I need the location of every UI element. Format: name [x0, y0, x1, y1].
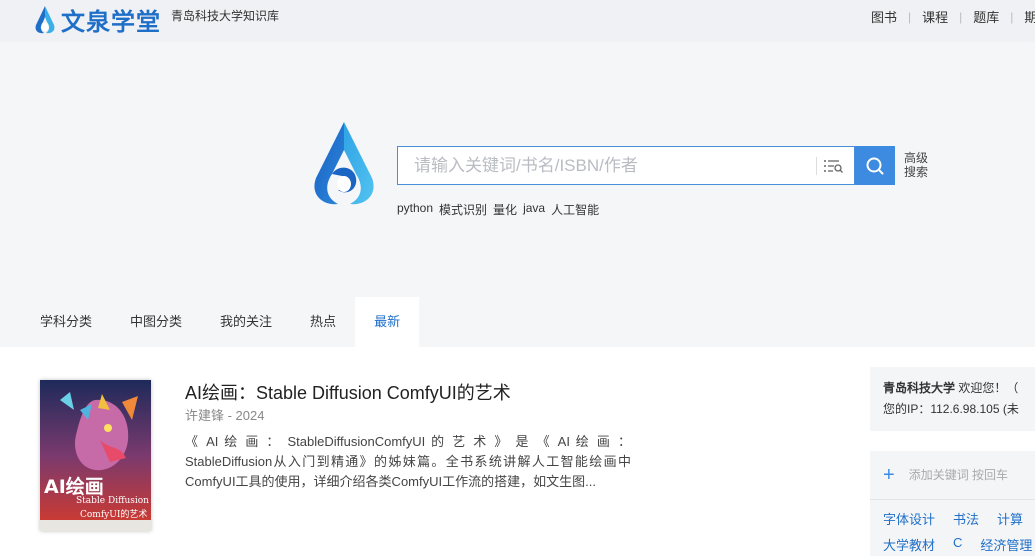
cover-title: AI绘画	[44, 476, 104, 498]
nav-separator: |	[908, 9, 912, 24]
hot-keyword[interactable]: 量化	[493, 201, 517, 218]
plus-icon: +	[883, 463, 895, 486]
welcome-text: 青岛科技大学 欢迎您！（	[883, 379, 1018, 396]
hot-keywords: python 模式识别 量化 java 人工智能	[397, 201, 599, 218]
site-logo[interactable]: 文泉学堂	[33, 2, 161, 37]
keyword-tag[interactable]: 字体设计	[883, 509, 935, 528]
keyword-row: 大学教材 C 经济管理	[883, 535, 1032, 554]
tab-clc[interactable]: 中图分类	[111, 297, 201, 347]
keyword-tag[interactable]: 大学教材	[883, 535, 935, 554]
user-info-panel: 青岛科技大学 欢迎您！（ 您的IP：112.6.98.105 (未	[870, 367, 1035, 431]
tab-hot[interactable]: 热点	[291, 297, 355, 347]
search-icon	[866, 157, 884, 174]
search-hero: 高级搜索 python 模式识别 量化 java 人工智能 学科分类 中图分类 …	[0, 42, 1035, 347]
search-button[interactable]	[855, 146, 895, 185]
advanced-search-link[interactable]: 高级搜索	[904, 151, 934, 179]
wenquan-logo-icon	[35, 5, 55, 33]
library-name: 青岛科技大学知识库	[171, 9, 280, 23]
ip-address: 您的IP：112.6.98.105 (未	[883, 402, 1019, 416]
keyword-tag[interactable]: 经济管理	[980, 535, 1032, 554]
keyword-divider	[870, 499, 1035, 500]
book-cover[interactable]: AI绘画 Stable Diffusion ComfyUI的艺术	[40, 380, 151, 531]
school-name: 青岛科技大学	[883, 381, 956, 395]
logo-text: 文泉学堂	[61, 8, 161, 36]
tab-subject[interactable]: 学科分类	[21, 297, 111, 347]
nav-journals[interactable]: 期刊	[1024, 7, 1035, 26]
nav-courses[interactable]: 课程	[922, 7, 948, 26]
cover-subtitle-1: Stable Diffusion	[76, 496, 149, 506]
nav-separator: |	[1010, 9, 1014, 24]
search-divider	[816, 157, 817, 175]
nav-separator: |	[959, 9, 963, 24]
nav-question-bank[interactable]: 题库	[973, 7, 999, 26]
keyword-tag[interactable]: C	[953, 535, 962, 554]
add-keyword-input[interactable]: + 添加关键词 按回车	[883, 463, 1009, 486]
hot-keyword[interactable]: java	[523, 201, 545, 218]
category-tabs: 学科分类 中图分类 我的关注 热点 最新	[21, 297, 420, 347]
tab-following[interactable]: 我的关注	[201, 297, 291, 347]
hot-keyword[interactable]: 人工智能	[551, 201, 599, 218]
keyword-tag[interactable]: 书法	[953, 509, 979, 528]
nav-books[interactable]: 图书	[871, 7, 897, 26]
tab-latest[interactable]: 最新	[355, 297, 420, 347]
top-nav: 图书 | 课程 | 题库 | 期刊	[871, 7, 1035, 26]
filter-search-icon[interactable]	[822, 156, 844, 176]
cover-subtitle-2: ComfyUI的艺术	[80, 510, 148, 520]
keyword-row: 字体设计 书法 计算	[883, 509, 1023, 528]
wenquan-large-logo-icon	[314, 122, 374, 205]
main-content: AI绘画 Stable Diffusion ComfyUI的艺术 AI绘画：St…	[0, 347, 1035, 556]
hot-keyword[interactable]: python	[397, 201, 433, 218]
book-author-year: 许建锋 - 2024	[185, 408, 265, 423]
book-title[interactable]: AI绘画：Stable Diffusion ComfyUI的艺术	[185, 379, 511, 405]
search-box	[397, 146, 855, 185]
hot-keyword[interactable]: 模式识别	[439, 201, 487, 218]
keyword-tag[interactable]: 计算	[997, 509, 1023, 528]
search-input[interactable]	[398, 147, 808, 184]
book-description: 《 AI 绘 画 ： StableDiffusionComfyUI 的 艺 术 …	[185, 434, 631, 489]
welcome-suffix: 欢迎您！（	[955, 381, 1019, 395]
keyword-panel: + 添加关键词 按回车 字体设计 书法 计算 大学教材 C 经济管理	[870, 451, 1035, 556]
add-keyword-placeholder: 添加关键词 按回车	[908, 468, 1009, 482]
top-header: 文泉学堂 青岛科技大学知识库 图书 | 课程 | 题库 | 期刊	[0, 0, 1035, 42]
